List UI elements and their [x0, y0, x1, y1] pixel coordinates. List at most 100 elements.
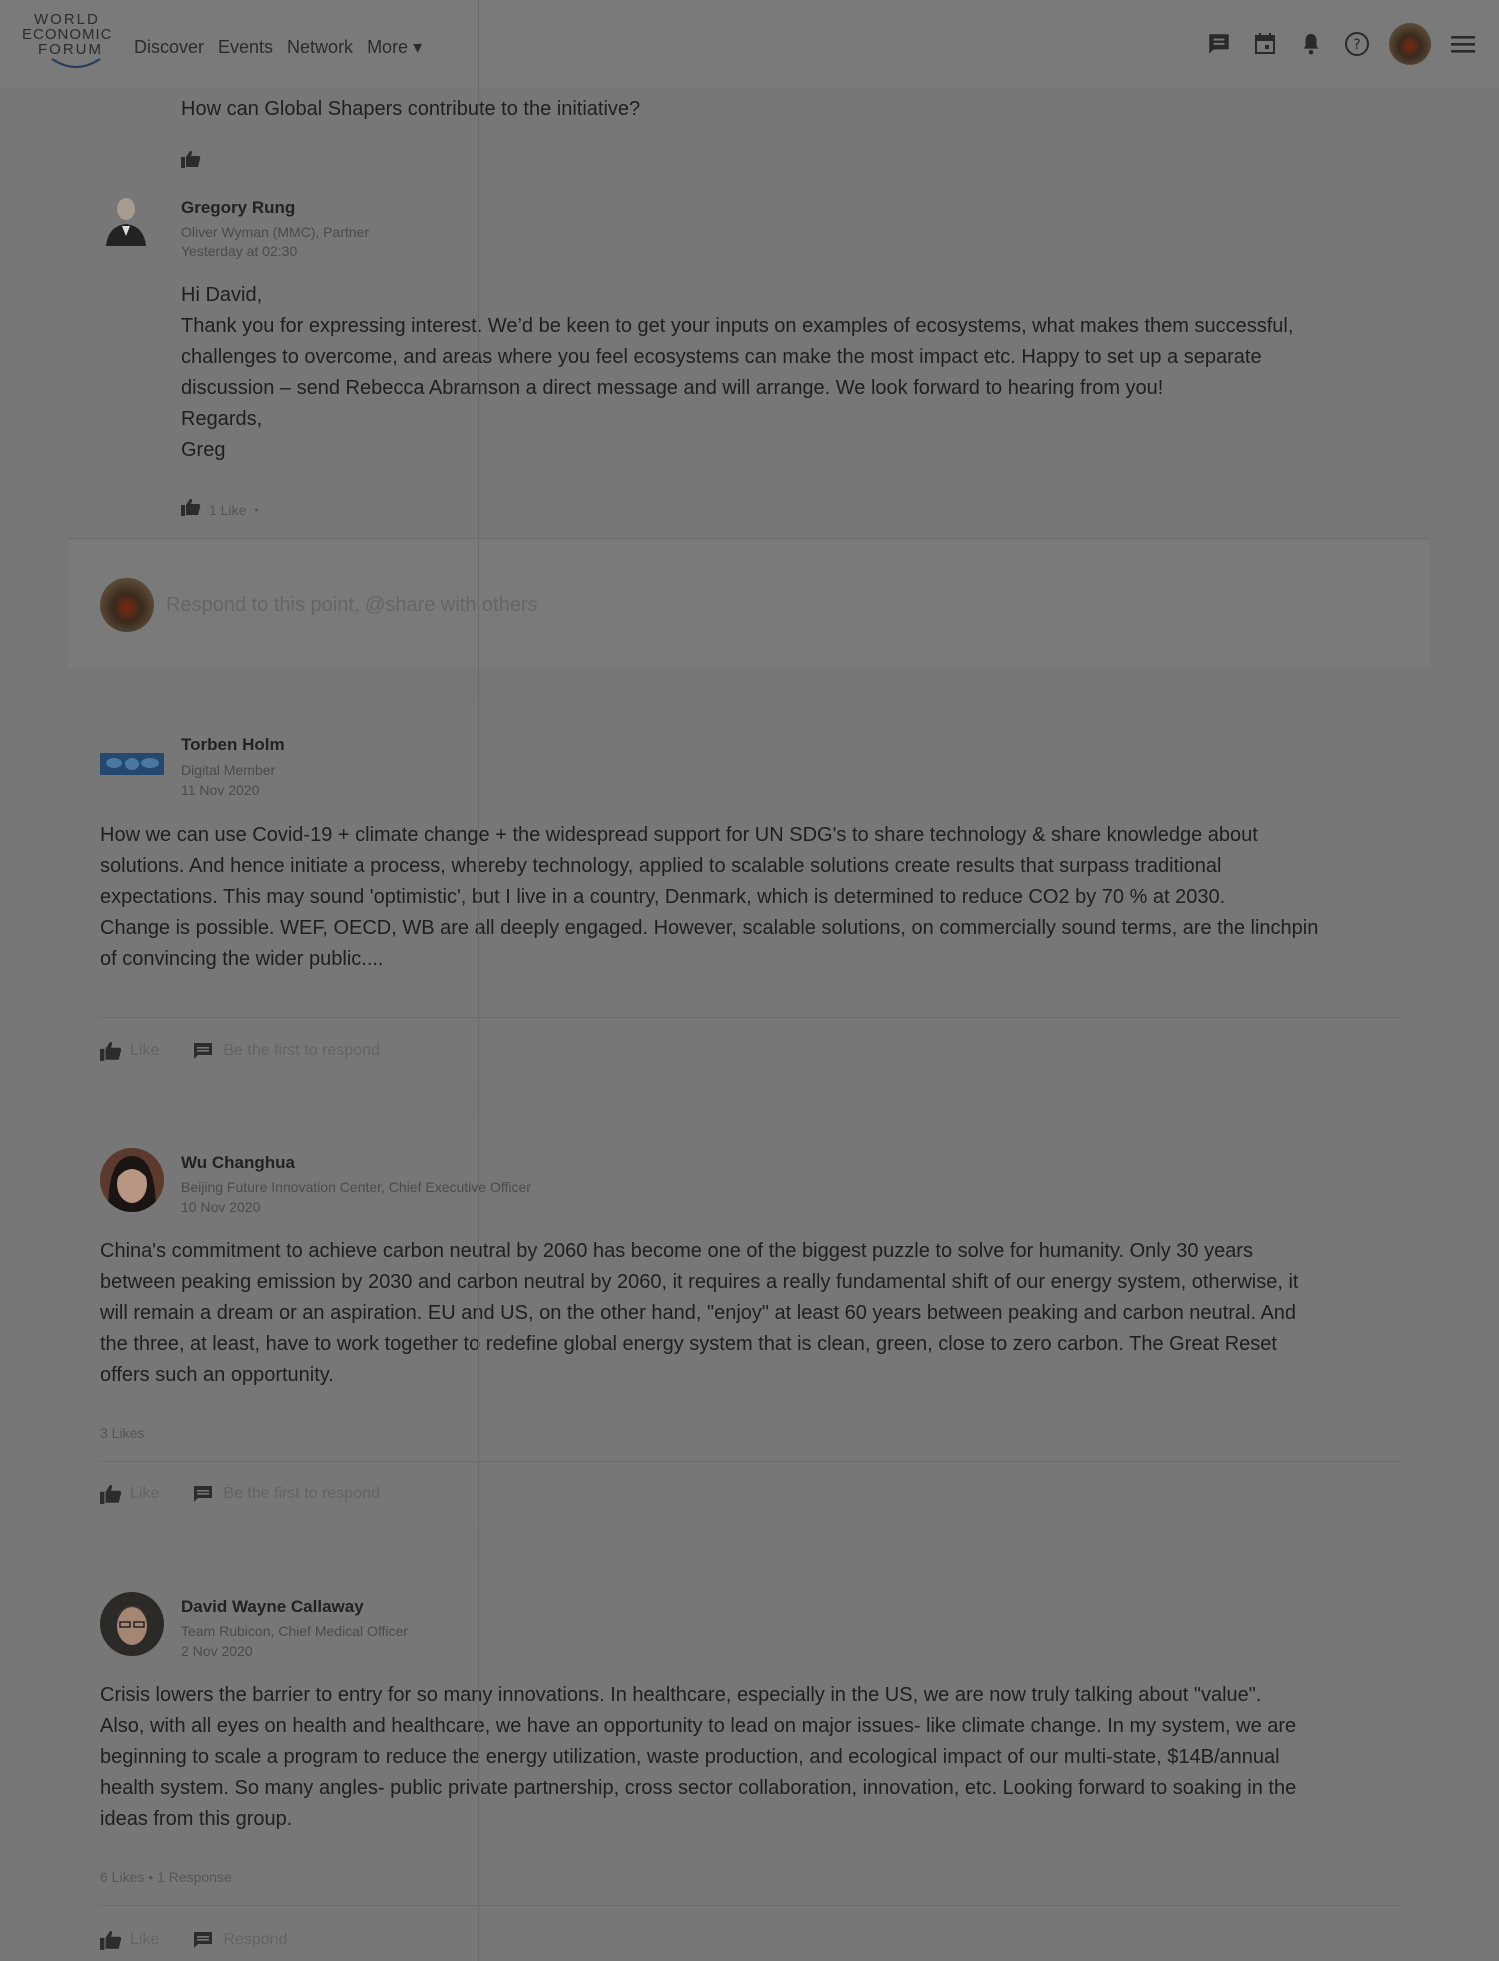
reply-actions: 1 Like • [181, 498, 259, 521]
reply-author-name[interactable]: Gregory Rung [181, 198, 295, 218]
like-thumb-icon[interactable] [181, 150, 201, 173]
post-line: Crisis lowers the barrier to entry for s… [100, 1684, 1262, 1706]
reply-body: Hi David, Thank you for expressing inter… [181, 280, 1293, 466]
post-line: expectations. This may sound 'optimistic… [100, 886, 1226, 908]
post-line: Also, with all eyes on health and health… [100, 1715, 1297, 1737]
reply-author-role: Oliver Wyman (MMC), Partner [181, 224, 370, 240]
comment-icon [194, 1043, 213, 1059]
wef-logo[interactable]: WORLD ECONOMIC FORUM [22, 12, 130, 76]
reply-line: Hi David, [181, 284, 263, 306]
logo-arc-icon [51, 58, 101, 68]
divider [100, 1017, 1400, 1018]
post-actions: Like Be the first to respond [100, 1041, 380, 1061]
like-label: Like [130, 1042, 160, 1059]
post-line: will remain a dream or an aspiration. EU… [100, 1302, 1297, 1324]
post-line: How we can use Covid-19 + climate change… [100, 824, 1258, 846]
reply-line: Greg [181, 439, 226, 461]
reply-line: Thank you for expressing interest. We’d … [181, 315, 1294, 337]
like-button[interactable]: Like [100, 1930, 159, 1950]
post-body: How we can use Covid-19 + climate change… [100, 820, 1318, 975]
post-actions: Like Respond [100, 1930, 287, 1950]
post-card: Wu Changhua Beijing Future Innovation Ce… [68, 1117, 1430, 1526]
post-card: David Wayne Callaway Team Rubicon, Chief… [68, 1561, 1430, 1961]
thread-card: How can Global Shapers contribute to the… [68, 88, 1430, 540]
respond-button[interactable]: Respond [193, 1931, 287, 1949]
wu-changhua-avatar [100, 1148, 164, 1212]
post-date: 2 Nov 2020 [181, 1643, 253, 1659]
post-date: 11 Nov 2020 [181, 782, 260, 798]
post-line: between peaking emission by 2030 and car… [100, 1271, 1299, 1293]
hamburger-menu-icon[interactable] [1449, 30, 1477, 58]
post-line: offers such an opportunity. [100, 1364, 334, 1386]
like-label: Like [130, 1931, 160, 1948]
post-author-role: Digital Member [181, 762, 276, 778]
guide-line [478, 0, 479, 1961]
world-map-avatar [100, 753, 164, 775]
calendar-icon[interactable] [1251, 30, 1279, 58]
help-icon[interactable]: ? [1343, 30, 1371, 58]
messages-icon[interactable] [1205, 30, 1233, 58]
toolbar-icons: ? [1205, 23, 1477, 65]
post-line: China's commitment to achieve carbon neu… [100, 1240, 1253, 1262]
post-body: China's commitment to achieve carbon neu… [100, 1236, 1298, 1391]
post-card: Torben Holm Digital Member 11 Nov 2020 H… [68, 701, 1430, 1081]
post-author-name[interactable]: Torben Holm [181, 735, 285, 755]
post-line: the three, at least, have to work togeth… [100, 1333, 1277, 1355]
like-thumb-icon[interactable] [181, 498, 201, 521]
main-nav: Discover Events Network More ▾ [134, 37, 436, 58]
post-actions: Like Be the first to respond [100, 1484, 380, 1504]
respond-label: Be the first to respond [223, 1485, 380, 1502]
post-author-name[interactable]: Wu Changhua [181, 1153, 295, 1173]
post-line: of convincing the wider public.... [100, 948, 384, 970]
like-label: Like [130, 1485, 160, 1502]
logo-line-2: ECONOMIC [22, 26, 113, 43]
like-button[interactable]: Like [100, 1041, 159, 1061]
logo-line-3: FORUM [38, 41, 103, 58]
like-thumb-icon [100, 1041, 122, 1061]
respond-button[interactable]: Be the first to respond [193, 1042, 380, 1060]
post-date: 10 Nov 2020 [181, 1199, 261, 1215]
like-button[interactable]: Like [100, 1484, 159, 1504]
post-line: ideas from this group. [100, 1808, 293, 1830]
top-navigation-bar: WORLD ECONOMIC FORUM Discover Events Net… [0, 0, 1499, 88]
reply-line: challenges to overcome, and areas where … [181, 346, 1262, 368]
reply-line: discussion – send Rebecca Abramson a dir… [181, 377, 1164, 399]
respond-input[interactable]: Respond to this point, @share with other… [166, 594, 538, 617]
post-line: health system. So many angles- public pr… [100, 1777, 1297, 1799]
post-stats[interactable]: 3 Likes [100, 1425, 144, 1441]
comment-icon [194, 1932, 213, 1948]
divider [100, 1461, 1400, 1462]
gregory-rung-avatar [102, 192, 150, 246]
like-thumb-icon [100, 1930, 122, 1950]
david-callaway-avatar [100, 1592, 164, 1656]
post-stats[interactable]: 6 Likes • 1 Response [100, 1869, 232, 1885]
current-user-avatar [100, 578, 154, 632]
nav-discover[interactable]: Discover [134, 37, 204, 58]
svg-text:?: ? [1353, 37, 1360, 53]
post-author-name[interactable]: David Wayne Callaway [181, 1597, 364, 1617]
post-author-role: Team Rubicon, Chief Medical Officer [181, 1623, 408, 1639]
respond-label: Respond [223, 1931, 288, 1948]
user-avatar[interactable] [1389, 23, 1431, 65]
comment-icon [194, 1486, 213, 1502]
respond-row: Respond to this point, @share with other… [68, 540, 1430, 668]
reply-like-count[interactable]: 1 Like [209, 502, 246, 518]
post-line: solutions. And hence initiate a process,… [100, 855, 1222, 877]
post-body: Crisis lowers the barrier to entry for s… [100, 1680, 1296, 1835]
notifications-bell-icon[interactable] [1297, 30, 1325, 58]
reply-line: Regards, [181, 408, 263, 430]
nav-events[interactable]: Events [218, 37, 273, 58]
reply-timestamp: Yesterday at 02:30 [181, 243, 298, 259]
like-thumb-icon [100, 1484, 122, 1504]
respond-label: Be the first to respond [223, 1042, 380, 1059]
separator-dot: • [254, 502, 259, 517]
post-line: beginning to scale a program to reduce t… [100, 1746, 1280, 1768]
thread-question: How can Global Shapers contribute to the… [181, 98, 641, 120]
post-line: Change is possible. WEF, OECD, WB are al… [100, 917, 1319, 939]
nav-more[interactable]: More ▾ [367, 37, 422, 58]
divider [68, 538, 1430, 539]
nav-network[interactable]: Network [287, 37, 353, 58]
divider [100, 1905, 1400, 1906]
respond-button[interactable]: Be the first to respond [193, 1485, 380, 1503]
logo-line-1: WORLD [34, 11, 100, 28]
